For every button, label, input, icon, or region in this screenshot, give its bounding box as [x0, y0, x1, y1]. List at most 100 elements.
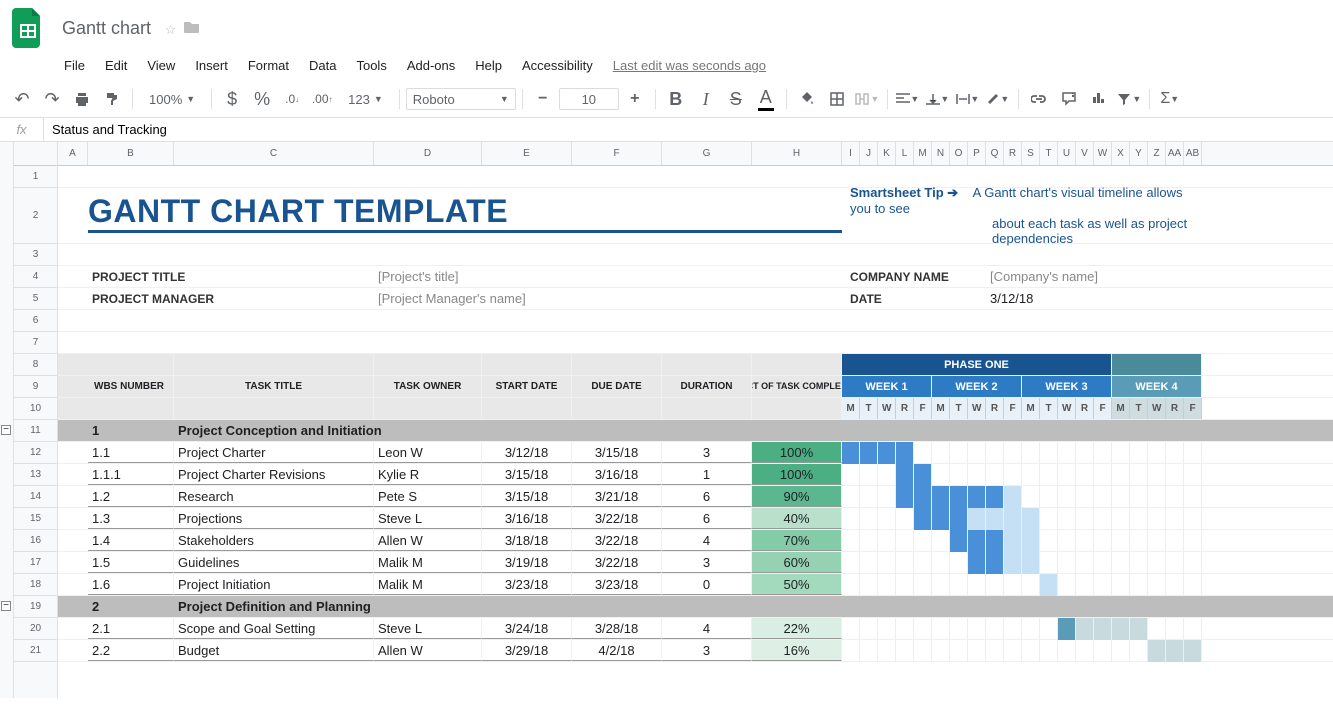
col-header-P[interactable]: P [968, 142, 986, 165]
col-header-B[interactable]: B [88, 142, 174, 165]
borders-button[interactable] [823, 85, 851, 113]
print-button[interactable] [68, 85, 96, 113]
col-header-F[interactable]: F [572, 142, 662, 165]
menu-accessibility[interactable]: Accessibility [514, 54, 601, 77]
row-header-7[interactable]: 7 [14, 332, 57, 354]
col-header-R[interactable]: R [1004, 142, 1022, 165]
col-header-AA[interactable]: AA [1166, 142, 1184, 165]
row-header-19[interactable]: 19 [14, 596, 57, 618]
row-header-8[interactable]: 8 [14, 354, 57, 376]
v-align-button[interactable]: ▼ [924, 85, 952, 113]
row-header-21[interactable]: 21 [14, 640, 57, 662]
row-header-12[interactable]: 12 [14, 442, 57, 464]
col-header-N[interactable]: N [932, 142, 950, 165]
decrease-decimal-button[interactable]: .0↓ [278, 85, 306, 113]
menu-view[interactable]: View [139, 54, 183, 77]
zoom-select[interactable]: 100% ▼ [139, 87, 205, 111]
rotate-button[interactable]: ▼ [984, 85, 1012, 113]
col-header-G[interactable]: G [662, 142, 752, 165]
row-header-11[interactable]: 11 [14, 420, 57, 442]
menu-add-ons[interactable]: Add-ons [399, 54, 463, 77]
row-2: GANTT CHART TEMPLATE Smartsheet Tip ➔ A … [58, 188, 1333, 244]
filter-button[interactable]: ▼ [1115, 85, 1143, 113]
comment-button[interactable] [1055, 85, 1083, 113]
wrap-button[interactable]: ▼ [954, 85, 982, 113]
col-header-U[interactable]: U [1058, 142, 1076, 165]
row-header-17[interactable]: 17 [14, 552, 57, 574]
col-header-E[interactable]: E [482, 142, 572, 165]
col-header-A[interactable]: A [58, 142, 88, 165]
link-button[interactable] [1025, 85, 1053, 113]
row-header-3[interactable]: 3 [14, 244, 57, 266]
row-header-20[interactable]: 20 [14, 618, 57, 640]
row-header-16[interactable]: 16 [14, 530, 57, 552]
merge-button[interactable]: ▼ [853, 85, 881, 113]
row-header-2[interactable]: 2 [14, 188, 57, 244]
italic-button[interactable]: I [692, 85, 720, 113]
move-folder-icon[interactable] [184, 22, 200, 37]
fill-color-button[interactable] [793, 85, 821, 113]
col-header-W[interactable]: W [1094, 142, 1112, 165]
menu-file[interactable]: File [56, 54, 93, 77]
col-header-D[interactable]: D [374, 142, 482, 165]
last-edit[interactable]: Last edit was seconds ago [613, 58, 766, 73]
menu-edit[interactable]: Edit [97, 54, 135, 77]
row-header-10[interactable]: 10 [14, 398, 57, 420]
doc-title[interactable]: Gantt chart [56, 16, 157, 41]
col-header-J[interactable]: J [860, 142, 878, 165]
bold-button[interactable]: B [662, 85, 690, 113]
col-header-Q[interactable]: Q [986, 142, 1004, 165]
row-header-6[interactable]: 6 [14, 310, 57, 332]
formula-input[interactable] [44, 118, 1333, 141]
menu-format[interactable]: Format [240, 54, 297, 77]
menu-insert[interactable]: Insert [187, 54, 236, 77]
col-header-V[interactable]: V [1076, 142, 1094, 165]
font-select[interactable]: Roboto▼ [406, 88, 516, 110]
smartsheet-tip-link[interactable]: Smartsheet Tip ➔ [850, 185, 958, 200]
increase-decimal-button[interactable]: .00↑ [308, 85, 336, 113]
row-header-9[interactable]: 9 [14, 376, 57, 398]
col-header-O[interactable]: O [950, 142, 968, 165]
col-header-Y[interactable]: Y [1130, 142, 1148, 165]
menu-data[interactable]: Data [301, 54, 344, 77]
number-format-button[interactable]: 123 ▼ [338, 87, 393, 111]
col-header-H[interactable]: H [752, 142, 842, 165]
font-size-decrease[interactable]: − [529, 85, 557, 113]
sheets-icon[interactable] [8, 8, 48, 48]
star-icon[interactable]: ☆ [165, 22, 177, 37]
col-header-X[interactable]: X [1112, 142, 1130, 165]
undo-button[interactable]: ↶ [8, 85, 36, 113]
font-size-increase[interactable]: + [621, 85, 649, 113]
row-header-5[interactable]: 5 [14, 288, 57, 310]
text-color-button[interactable]: A [752, 85, 780, 113]
redo-button[interactable]: ↷ [38, 85, 66, 113]
row-header-18[interactable]: 18 [14, 574, 57, 596]
row-header-14[interactable]: 14 [14, 486, 57, 508]
strikethrough-button[interactable]: S [722, 85, 750, 113]
paint-format-button[interactable] [98, 85, 126, 113]
col-header-T[interactable]: T [1040, 142, 1058, 165]
row-header-1[interactable]: 1 [14, 166, 57, 188]
collapse-group-button[interactable]: − [1, 425, 11, 435]
col-header-S[interactable]: S [1022, 142, 1040, 165]
row-header-13[interactable]: 13 [14, 464, 57, 486]
collapse-group-button[interactable]: − [1, 601, 11, 611]
h-align-button[interactable]: ▼ [894, 85, 922, 113]
row-header-15[interactable]: 15 [14, 508, 57, 530]
percent-button[interactable]: % [248, 85, 276, 113]
fx-label: fx [0, 118, 44, 142]
currency-button[interactable]: $ [218, 85, 246, 113]
menu-help[interactable]: Help [467, 54, 510, 77]
col-header-Z[interactable]: Z [1148, 142, 1166, 165]
chart-button[interactable] [1085, 85, 1113, 113]
col-header-AB[interactable]: AB [1184, 142, 1202, 165]
col-header-M[interactable]: M [914, 142, 932, 165]
font-size-input[interactable]: 10 [559, 88, 619, 110]
col-header-K[interactable]: K [878, 142, 896, 165]
functions-button[interactable]: Σ ▼ [1156, 85, 1184, 113]
menu-tools[interactable]: Tools [348, 54, 394, 77]
col-header-C[interactable]: C [174, 142, 374, 165]
row-header-4[interactable]: 4 [14, 266, 57, 288]
col-header-I[interactable]: I [842, 142, 860, 165]
col-header-L[interactable]: L [896, 142, 914, 165]
